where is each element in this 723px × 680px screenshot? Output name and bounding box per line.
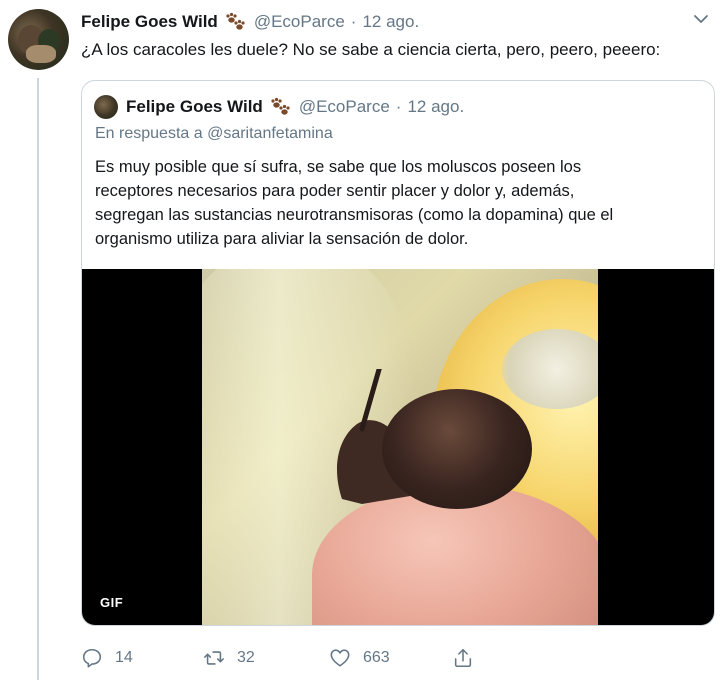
reply-context: En respuesta a @saritanfetamina: [95, 125, 333, 143]
snail-shell-shape: [382, 389, 532, 509]
quoted-text-line: Es muy posible que sí sufra, se sabe que…: [95, 158, 582, 176]
like-button[interactable]: 663: [329, 646, 390, 670]
author-avatar[interactable]: [8, 9, 69, 70]
quoted-time: 12 ago.: [407, 97, 465, 116]
tweet-header: Felipe Goes Wild @EcoParce · 12 ago.: [81, 10, 419, 34]
reply-button[interactable]: 14: [81, 646, 133, 670]
retweet-button[interactable]: 32: [203, 646, 255, 670]
reply-handle[interactable]: @saritanfetamina: [207, 125, 333, 142]
reply-count: 14: [115, 649, 133, 666]
gif-badge: GIF: [94, 592, 130, 614]
tweet-text: ¿A los caracoles les duele? No se sabe a…: [81, 40, 661, 59]
quoted-author-avatar: [94, 95, 118, 119]
heart-icon: [330, 649, 350, 667]
separator-dot: ·: [350, 12, 357, 31]
gif-media[interactable]: GIF: [82, 269, 714, 625]
share-button[interactable]: [452, 646, 486, 670]
retweet-count: 32: [237, 649, 255, 666]
quoted-author-name: Felipe Goes Wild: [126, 97, 263, 116]
thread-line: [37, 78, 39, 680]
tweet-actions: 14 32 663: [81, 646, 701, 670]
share-icon: [454, 648, 472, 668]
quoted-text-line: segregan las sustancias neurotransmisora…: [95, 206, 614, 224]
like-count: 663: [363, 649, 390, 666]
chevron-down-icon[interactable]: [692, 10, 710, 28]
separator-dot: ·: [395, 97, 402, 116]
quoted-text-line: receptores necesarios para poder sentir …: [95, 182, 575, 200]
quoted-tweet[interactable]: Felipe Goes Wild @EcoParce · 12 ago. En …: [81, 80, 715, 626]
reply-icon: [82, 648, 102, 668]
quoted-author-handle: @EcoParce: [298, 97, 390, 116]
paw-prints-icon: [271, 97, 290, 115]
reply-prefix: En respuesta a: [95, 125, 203, 142]
author-handle[interactable]: @EcoParce: [254, 12, 345, 32]
quoted-header: Felipe Goes Wild @EcoParce · 12 ago.: [126, 93, 464, 121]
retweet-icon: [204, 651, 224, 665]
tweet-time[interactable]: 12 ago.: [362, 12, 419, 32]
author-name[interactable]: Felipe Goes Wild: [81, 12, 218, 32]
quoted-text: Es muy posible que sí sufra, se sabe que…: [95, 155, 695, 251]
paw-prints-icon: [226, 12, 245, 30]
snail-gif-frame: [202, 269, 598, 625]
quoted-text-line: organismo utiliza para aliviar la sensac…: [95, 230, 469, 248]
